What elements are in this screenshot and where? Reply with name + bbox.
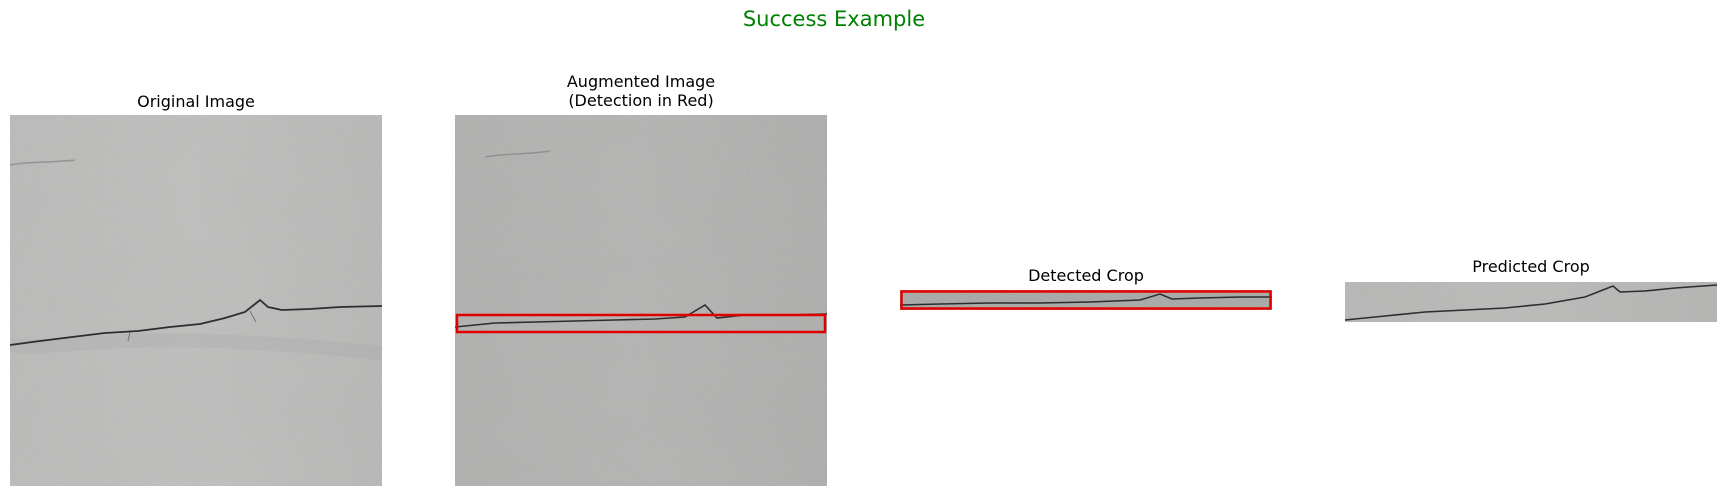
cracked-wall-photo-icon xyxy=(10,115,382,486)
panel-title-line: Predicted Crop xyxy=(1472,257,1590,276)
panel-title-line: Original Image xyxy=(137,92,255,111)
panel-title-detected-crop: Detected Crop xyxy=(900,266,1272,285)
predicted-crop xyxy=(1345,282,1717,322)
panel-title-line: (Detection in Red) xyxy=(568,91,714,110)
panel-title-original-image: Original Image xyxy=(10,92,382,111)
panel-title-augmented-image: Augmented Image (Detection in Red) xyxy=(455,72,827,110)
figure-title: Success Example xyxy=(742,7,926,31)
panel-title-predicted-crop: Predicted Crop xyxy=(1345,257,1717,276)
panel-title-line: Detected Crop xyxy=(1028,266,1144,285)
cracked-wall-photo-with-detection-icon xyxy=(455,115,827,486)
predicted-crop-photo-icon xyxy=(1345,282,1717,322)
panel-title-line: Augmented Image xyxy=(566,72,716,91)
detected-crop-photo-icon xyxy=(900,290,1272,310)
augmented-image xyxy=(455,115,827,486)
detected-crop xyxy=(900,290,1272,310)
original-image xyxy=(10,115,382,486)
